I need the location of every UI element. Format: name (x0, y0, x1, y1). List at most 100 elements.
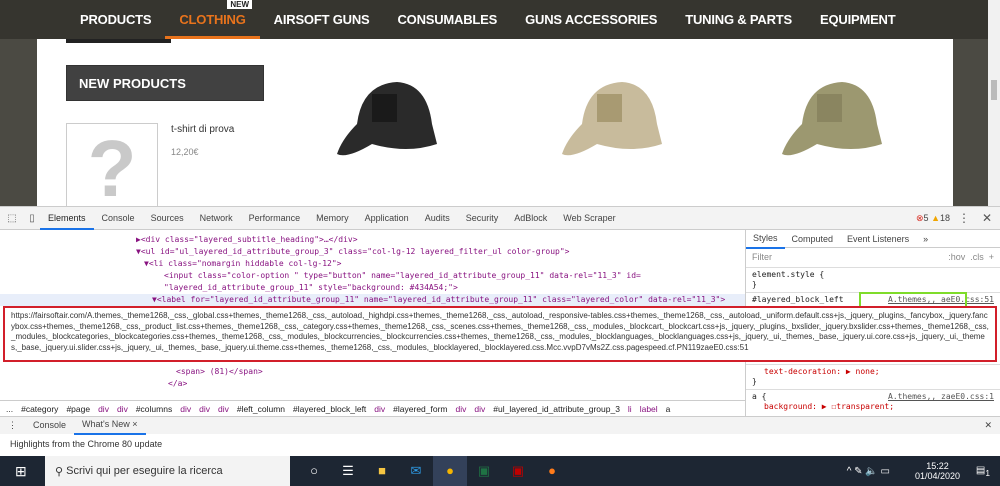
crumb[interactable]: div (474, 404, 485, 414)
page-content: NEW PRODUCTS ? t-shirt di prova 12,20€ (37, 39, 953, 206)
nav-clothing-label: CLOTHING (179, 12, 246, 27)
nav-airsoft-guns[interactable]: AIRSOFT GUNS (260, 0, 384, 39)
crumb[interactable]: #page (66, 404, 90, 414)
tab-audits[interactable]: Audits (417, 207, 458, 230)
tab-adblock[interactable]: AdBlock (506, 207, 555, 230)
dom-node[interactable]: "layered_id_attribute_group_11" style="b… (0, 282, 745, 294)
date: 01/04/2020 (914, 471, 960, 481)
drawer-tab-whats-new[interactable]: What's New × (74, 416, 146, 435)
crumb[interactable]: #layered_form (393, 404, 447, 414)
tab-application[interactable]: Application (357, 207, 417, 230)
dom-node[interactable]: ▶<div class="layered_subtitle_heading">…… (0, 234, 745, 246)
crumb[interactable]: #ul_layered_id_attribute_group_3 (493, 404, 620, 414)
close-drawer-icon[interactable]: ✕ (976, 417, 1000, 434)
tab-security[interactable]: Security (458, 207, 507, 230)
tab-network[interactable]: Network (192, 207, 241, 230)
crumb[interactable]: #layered_block_left (293, 404, 366, 414)
nav-products[interactable]: PRODUCTS (66, 0, 165, 39)
crumb[interactable]: div (180, 404, 191, 414)
tab-console[interactable]: Console (94, 207, 143, 230)
firefox-icon[interactable]: ● (535, 456, 569, 486)
cls-button[interactable]: .cls (970, 252, 984, 262)
device-toggle-icon[interactable]: ▯ (24, 213, 40, 224)
cortana-icon[interactable]: ○ (297, 456, 331, 486)
windows-start-icon[interactable]: ⊞ (15, 463, 27, 480)
tab-web-scraper[interactable]: Web Scraper (555, 207, 623, 230)
styles-filter: Filter :hov .cls + (746, 248, 1000, 268)
drawer-tab-console[interactable]: Console (25, 417, 74, 434)
crumb[interactable]: div (98, 404, 109, 414)
inspect-icon[interactable]: ⬚ (4, 213, 20, 224)
dom-node[interactable]: <input class="color-option " type="butto… (0, 270, 745, 282)
filter-input[interactable]: Filter (752, 252, 772, 263)
taskbar: ⊞ ⚲ Scrivi qui per eseguire la ricerca ○… (0, 456, 1000, 486)
tab-styles[interactable]: Styles (746, 230, 785, 249)
crumb[interactable]: div (199, 404, 210, 414)
whats-new-text: Highlights from the Chrome 80 update (10, 439, 163, 449)
crumb[interactable]: div (374, 404, 385, 414)
add-rule-icon[interactable]: + (989, 252, 994, 262)
rule-property[interactable]: text-decoration: ▶ none; (752, 367, 994, 377)
dom-node-selected[interactable]: ▼<label for="layered_id_attribute_group_… (0, 294, 745, 306)
rule-selector: #layered_block_left (752, 295, 844, 304)
search-icon: ⚲ (55, 465, 67, 478)
crumb[interactable]: div (456, 404, 467, 414)
tab-performance[interactable]: Performance (241, 207, 309, 230)
more-options-icon[interactable]: ⋮ (958, 211, 970, 225)
product-name[interactable]: t-shirt di prova (171, 124, 234, 135)
notifications-icon[interactable]: ▤1 (976, 465, 990, 478)
dom-node[interactable]: </a> (0, 378, 745, 390)
crumb[interactable]: ... (6, 404, 13, 414)
tab-event-listeners[interactable]: Event Listeners (840, 230, 916, 248)
error-icon: ⊗ (915, 213, 924, 223)
chrome-icon[interactable]: ● (433, 456, 467, 486)
crumb[interactable]: li (628, 404, 632, 414)
rule-selector: element.style { (752, 270, 825, 279)
dom-node[interactable]: ▼<li class="nomargin hiddable col-lg-12"… (0, 258, 745, 270)
crumb[interactable]: #columns (136, 404, 172, 414)
file-explorer-icon[interactable]: ■ (365, 456, 399, 486)
dom-node[interactable]: <span> (81)</span> (0, 366, 745, 378)
filezilla-icon[interactable]: ▣ (501, 456, 535, 486)
tab-elements[interactable]: Elements (40, 207, 94, 230)
task-view-icon[interactable]: ☰ (331, 456, 365, 486)
crumb[interactable]: #category (21, 404, 58, 414)
hov-button[interactable]: :hov (948, 252, 965, 262)
tab-sources[interactable]: Sources (143, 207, 192, 230)
system-tray-icons[interactable]: ^ ✎ 🔈 ▭ (847, 466, 890, 477)
cap-atacs-fg-image[interactable] (762, 64, 902, 174)
drawer-menu-icon[interactable]: ⋮ (0, 417, 25, 434)
nav-equipment[interactable]: EQUIPMENT (806, 0, 909, 39)
rule-property[interactable]: background: ▶ ☐transparent; (752, 402, 994, 412)
scrollbar-thumb[interactable] (991, 80, 997, 100)
time: 15:22 (926, 461, 949, 471)
tab-computed[interactable]: Computed (785, 230, 841, 248)
cap-black-image[interactable] (317, 64, 457, 174)
issue-counts[interactable]: ⊗5 ▲18 (916, 213, 950, 224)
dom-node[interactable]: ▼<ul id="ul_layered_id_attribute_group_3… (0, 246, 745, 258)
cap-atacs-au-image[interactable] (542, 64, 682, 174)
crumb[interactable]: a (666, 404, 671, 414)
nav-consumables[interactable]: CONSUMABLES (383, 0, 511, 39)
browser-scrollbar[interactable] (988, 0, 1000, 206)
crumb[interactable]: #left_column (237, 404, 285, 414)
rule-source-link[interactable]: A.themes,,_zaeE0.css:1 (888, 392, 994, 402)
nav-tuning-parts[interactable]: TUNING & PARTS (671, 0, 806, 39)
warning-count: 18 (939, 213, 950, 223)
crumb[interactable]: div (117, 404, 128, 414)
excel-icon[interactable]: ▣ (467, 456, 501, 486)
taskbar-search[interactable]: ⚲ Scrivi qui per eseguire la ricerca (45, 456, 290, 486)
clock[interactable]: 15:22 01/04/2020 (915, 461, 960, 481)
crumb[interactable]: label (640, 404, 658, 414)
crumb[interactable]: div (218, 404, 229, 414)
product-price: 12,20€ (171, 147, 199, 157)
divider (66, 39, 171, 43)
drawer-tabs: ⋮ Console What's New × ✕ (0, 416, 1000, 435)
product-thumbnail[interactable]: ? (66, 123, 158, 206)
mail-icon[interactable]: ✉ (399, 456, 433, 486)
nav-clothing[interactable]: CLOTHING NEW (165, 0, 260, 39)
tab-memory[interactable]: Memory (308, 207, 357, 230)
nav-guns-accessories[interactable]: GUNS ACCESSORIES (511, 0, 671, 39)
close-devtools-icon[interactable]: ✕ (982, 211, 992, 225)
more-tabs-icon[interactable]: » (916, 230, 935, 248)
